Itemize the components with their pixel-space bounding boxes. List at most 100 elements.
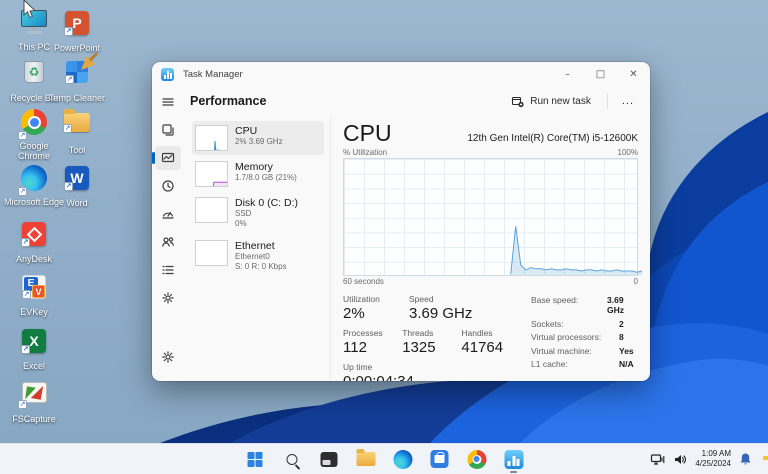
sockets-label: Sockets: [531,319,619,329]
speed-value: 3.69 GHz [409,305,509,322]
hamburger-menu-icon[interactable] [155,90,181,114]
volume-tray-icon[interactable] [673,453,687,466]
base-speed-value: 3.69 GHz [607,295,638,315]
run-new-task-button[interactable]: Run new task [503,91,599,112]
network-tray-icon[interactable] [650,453,665,466]
taskbar-file-explorer-button[interactable] [354,447,378,471]
taskbar: 1:09 AM 4/25/2024 [0,443,768,474]
excel-icon: X↗ [19,329,49,359]
anydesk-icon: ↗ [19,222,49,252]
edge-icon: ↗ [19,165,49,195]
tray-time: 1:09 AM [695,449,731,459]
uptime-value: 0:00:04:34 [343,373,414,381]
taskbar-task-manager-button[interactable] [502,447,526,471]
search-icon [286,454,297,465]
graph-x-left-label: 60 seconds [343,277,384,286]
evkey-icon: EV↗ [19,275,49,305]
desktop-icon-tool-folder[interactable]: ↗ Tool [46,107,108,155]
cpu-detail-pane: CPU 12th Gen Intel(R) Core(TM) i5-12600K… [330,116,650,381]
taskbar-store-button[interactable] [428,447,452,471]
disk-sparkline [195,197,228,223]
taskbar-search-button[interactable] [280,447,304,471]
cpu-sparkline [195,125,228,151]
nav-users-icon[interactable] [155,230,181,254]
header-separator [607,93,608,109]
window-title: Task Manager [183,69,243,80]
memory-sparkline [195,161,228,187]
desktop-icon-word[interactable]: W↗ Word [46,163,108,208]
taskbar-chrome-button[interactable] [465,447,489,471]
desktop-icon-anydesk[interactable]: ↗ AnyDesk [3,219,65,264]
nav-startup-apps-icon[interactable] [155,202,181,226]
threads-label: Threads [402,328,457,338]
clock[interactable]: 1:09 AM 4/25/2024 [695,449,731,470]
nav-performance-icon[interactable] [155,146,181,170]
temp-cleaner-icon: ↗ [62,61,92,91]
speed-label: Speed [409,294,509,304]
running-app-indicator [510,471,517,474]
virtual-machine-label: Virtual machine: [531,346,619,356]
nav-details-icon[interactable] [155,258,181,282]
recycle-bin-icon: ♻ [19,61,49,91]
settings-gear-icon[interactable] [155,345,181,369]
file-explorer-icon [356,452,375,466]
handles-value: 41764 [461,339,513,356]
perf-item-cpu[interactable]: CPU 2% 3.69 GHz [192,121,324,155]
start-button[interactable] [243,447,267,471]
utilization-value: 2% [343,305,405,322]
base-speed-label: Base speed: [531,295,607,315]
desktop-icon-evkey[interactable]: EV↗ EVKey [3,272,65,317]
perf-item-memory[interactable]: Memory 1.7/8.0 GB (21%) [192,157,324,191]
edge-icon [393,450,412,469]
close-button[interactable]: ✕ [617,62,650,86]
nav-processes-icon[interactable] [155,118,181,142]
virtual-machine-value: Yes [619,346,634,356]
page-title: Performance [190,94,266,108]
notification-bell-icon[interactable] [739,452,752,466]
windows-desktop: { "desktop": { "icons": [ {"label": "Thi… [0,0,768,474]
word-icon: W↗ [62,166,92,196]
desktop-icon-fscapture[interactable]: ↗ FSCapture [3,378,65,424]
perf-item-disk[interactable]: Disk 0 (C: D:) SSD 0% [192,193,324,234]
virtual-processors-label: Virtual processors: [531,332,619,342]
uptime-label: Up time [343,362,414,372]
task-manager-nav-rail [152,86,184,381]
cpu-heading: CPU [343,120,392,147]
graph-y-max-label: 100% [618,148,638,157]
more-options-button[interactable]: ... [616,93,640,109]
task-manager-app-icon [161,68,174,81]
performance-sidebar: CPU 2% 3.69 GHz Memory 1.7/8.0 GB (21%) [184,116,330,381]
chrome-icon: ↗ [19,109,49,139]
dark-app-icon [320,452,337,467]
tray-date: 4/25/2024 [695,459,731,469]
folder-icon: ↗ [62,113,92,143]
windows-logo-icon [247,452,262,467]
desktop-icon-powerpoint[interactable]: P↗ PowerPoint [46,8,108,53]
processes-label: Processes [343,328,398,338]
cpu-utilization-graph [343,158,638,276]
fscapture-icon: ↗ [19,382,49,412]
ethernet-sparkline [195,240,228,266]
taskbar-dark-app-button[interactable] [317,447,341,471]
microsoft-store-icon [431,450,449,468]
taskbar-edge-button[interactable] [391,447,415,471]
powerpoint-icon: P↗ [62,11,92,41]
virtual-processors-value: 8 [619,332,624,342]
titlebar[interactable]: Task Manager – □ ✕ [152,62,650,86]
maximize-button[interactable]: □ [584,62,617,86]
utilization-label: Utilization [343,294,405,304]
page-header: Performance Run new task ... [184,86,650,116]
desktop-icon-temp-cleaner[interactable]: ↗ Temp Cleaner [46,58,108,103]
graph-x-right-label: 0 [634,277,638,286]
task-manager-icon [504,450,523,469]
minimize-button[interactable]: – [551,62,584,86]
nav-app-history-icon[interactable] [155,174,181,198]
threads-value: 1325 [402,339,457,356]
l1-cache-value: N/A [619,359,634,369]
l1-cache-label: L1 cache: [531,359,619,369]
task-manager-window: Task Manager – □ ✕ [152,62,650,381]
desktop-icon-excel[interactable]: X↗ Excel [3,326,65,371]
handles-label: Handles [461,328,513,338]
nav-services-icon[interactable] [155,286,181,310]
perf-item-ethernet[interactable]: Ethernet Ethernet0 S: 0 R: 0 Kbps [192,236,324,277]
